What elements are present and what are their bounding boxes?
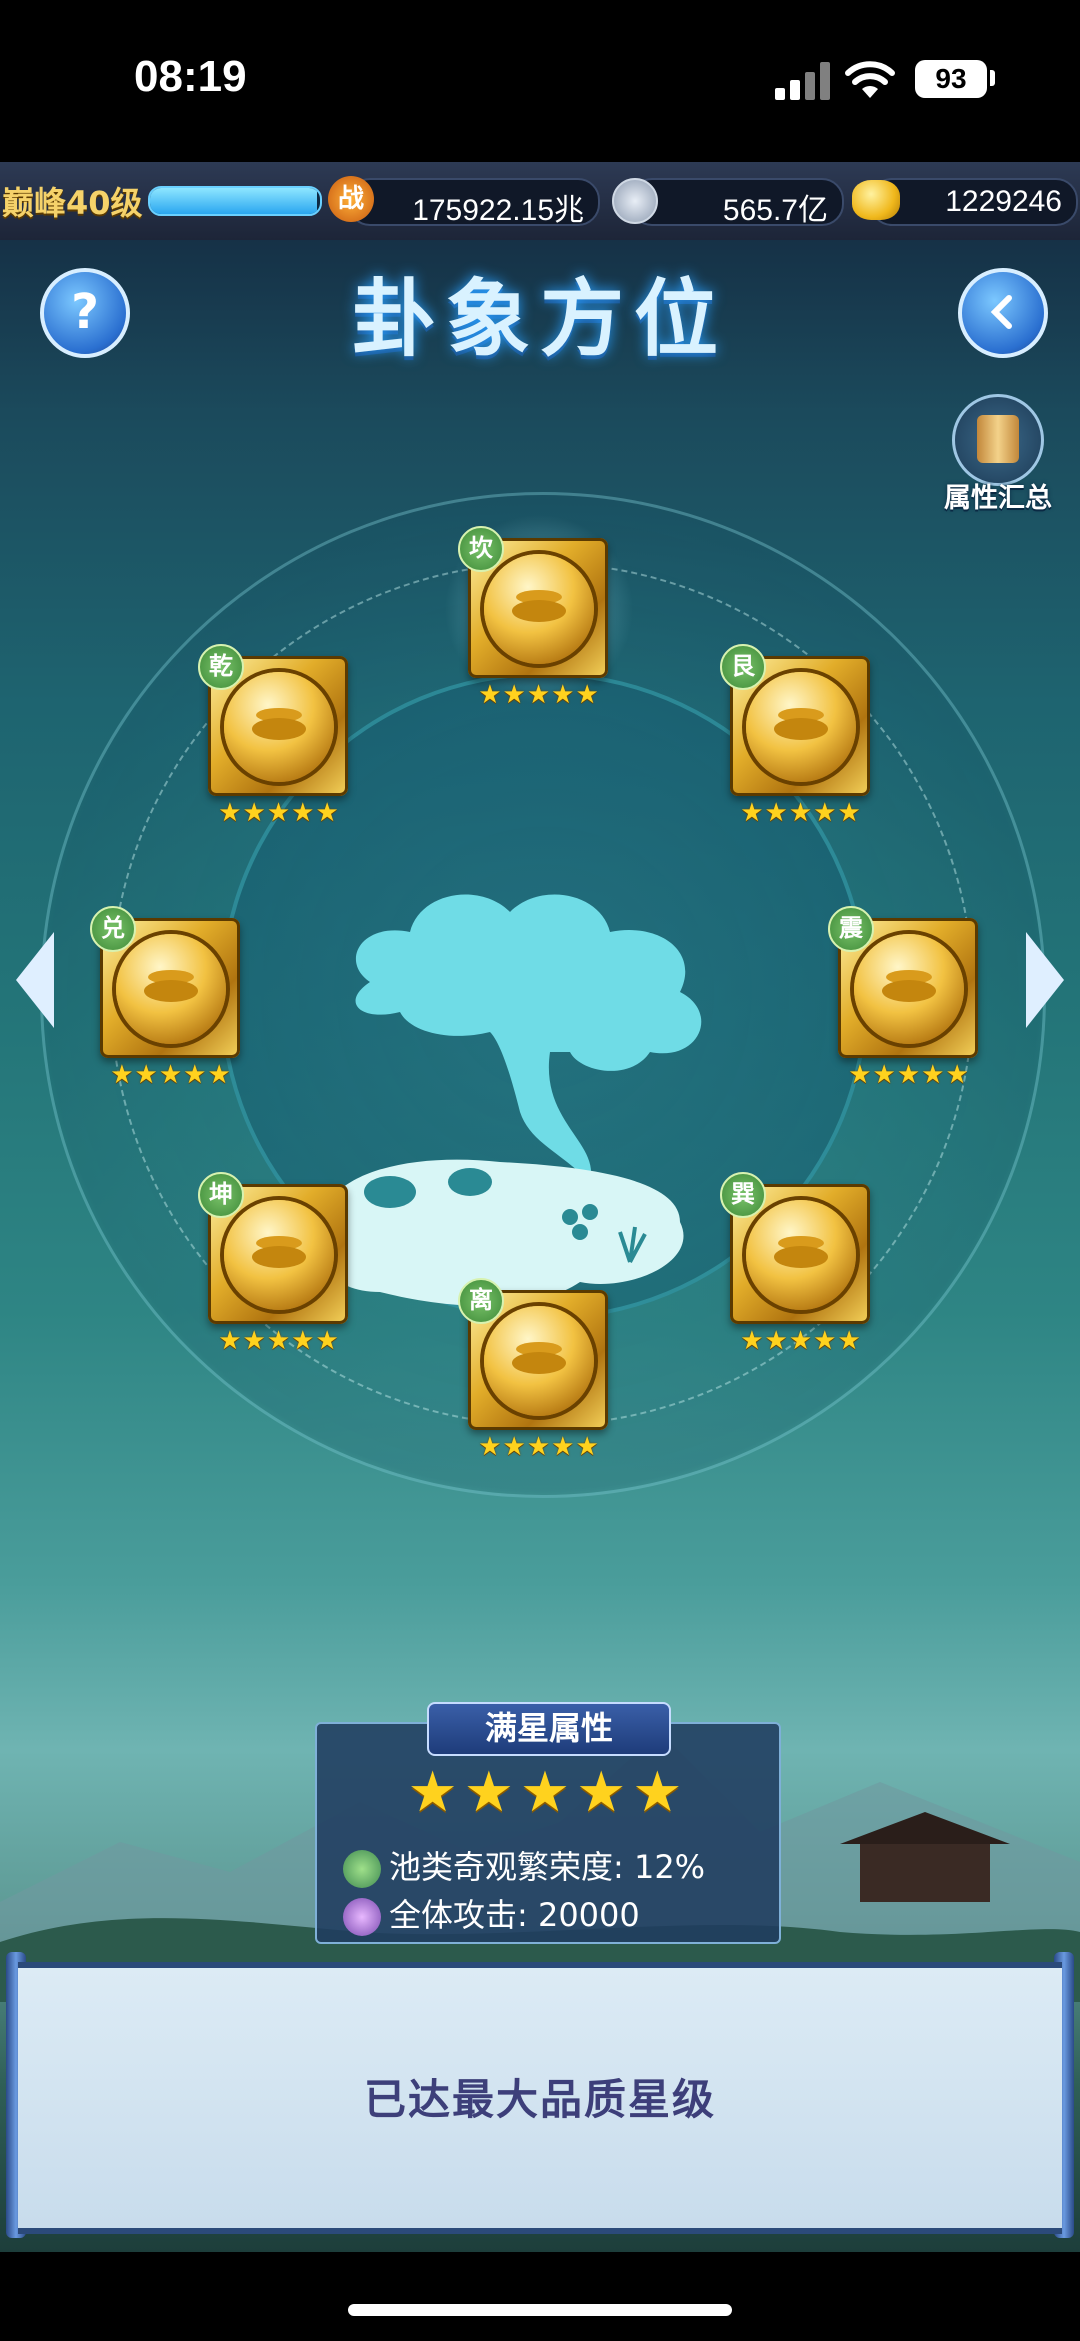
scroll-icon xyxy=(952,394,1044,486)
node-stars: ★★★★★ xyxy=(848,1060,970,1090)
full-star-attributes-panel: 满星属性 ★★★★★ 池类奇观繁荣度: 12% 全体攻击: 20000 xyxy=(315,1702,781,1944)
bonsai-orb-icon xyxy=(484,1306,594,1416)
node-stars: ★★★★★ xyxy=(740,1326,862,1356)
status-bar: 08:19 93 xyxy=(0,0,1080,162)
attr-prosperity-text: 池类奇观繁荣度: 12% xyxy=(389,1848,706,1886)
bonsai-orb-icon xyxy=(116,934,226,1044)
node-badge: 巽 xyxy=(720,1172,766,1218)
attr-prosperity: 池类奇观繁荣度: 12% xyxy=(343,1842,705,1888)
trigram-node-dui[interactable]: 兑 ★★★★★ xyxy=(90,906,246,1090)
prev-page-arrow[interactable] xyxy=(16,932,54,1028)
bonsai-orb-icon xyxy=(746,1200,856,1310)
silver-coin-icon xyxy=(612,178,658,224)
bonsai-orb-icon xyxy=(224,672,334,782)
node-badge: 坤 xyxy=(198,1172,244,1218)
next-page-arrow[interactable] xyxy=(1026,932,1064,1028)
leaf-icon xyxy=(343,1850,381,1888)
home-indicator[interactable] xyxy=(348,2304,732,2316)
battery-tip xyxy=(990,70,995,86)
node-stars: ★★★★★ xyxy=(740,798,862,828)
trigram-node-qian[interactable]: 乾 ★★★★★ xyxy=(198,644,354,828)
node-badge: 兑 xyxy=(90,906,136,952)
xp-bar xyxy=(148,186,322,216)
resource-bar: 巅峰40级 175922.15兆 战 565.7亿 1229246 xyxy=(0,162,1080,240)
trigram-node-kun[interactable]: 坤 ★★★★★ xyxy=(198,1172,354,1356)
max-quality-message: 已达最大品质星级 xyxy=(363,2075,716,2124)
game-screen: 巅峰40级 175922.15兆 战 565.7亿 1229246 卦象方位 ?… xyxy=(0,162,1080,2252)
power-icon: 战 xyxy=(328,176,374,222)
bonsai-orb-icon xyxy=(484,554,594,664)
gold-value: 1229246 xyxy=(945,185,1062,218)
attribute-summary-label: 属性汇总 xyxy=(944,483,1052,514)
silver-value: 565.7亿 xyxy=(722,194,828,227)
status-time: 08:19 xyxy=(134,52,247,101)
page-title: 卦象方位 xyxy=(351,270,728,368)
trigram-node-zhen[interactable]: 震 ★★★★★ xyxy=(828,906,984,1090)
attr-attack-text: 全体攻击: 20000 xyxy=(389,1896,640,1934)
attribute-summary-button[interactable]: 属性汇总 xyxy=(938,394,1054,514)
panel-stars: ★★★★★ xyxy=(407,1760,689,1825)
wifi-icon xyxy=(845,61,895,98)
node-badge: 震 xyxy=(828,906,874,952)
panel-title: 满星属性 xyxy=(427,1702,671,1756)
signal-icon xyxy=(775,60,831,100)
attr-attack: 全体攻击: 20000 xyxy=(343,1890,640,1936)
power-value: 175922.15兆 xyxy=(412,194,584,227)
level-label: 巅峰40级 xyxy=(2,184,143,222)
battery-icon: 93 xyxy=(915,60,987,98)
node-badge: 艮 xyxy=(720,644,766,690)
node-badge: 乾 xyxy=(198,644,244,690)
back-arrow-icon xyxy=(990,295,1012,329)
bottom-scroll-panel: 已达最大品质星级 xyxy=(18,1962,1062,2234)
node-stars: ★★★★★ xyxy=(110,1060,232,1090)
bonsai-orb-icon xyxy=(224,1200,334,1310)
gold-ingot-icon xyxy=(852,180,900,220)
trigram-node-xun[interactable]: 巽 ★★★★★ xyxy=(720,1172,876,1356)
node-stars: ★★★★★ xyxy=(218,1326,340,1356)
node-badge: 离 xyxy=(458,1278,504,1324)
node-stars: ★★★★★ xyxy=(478,1432,600,1462)
silver-pill[interactable]: 565.7亿 xyxy=(630,178,844,227)
back-button[interactable] xyxy=(958,268,1048,358)
bonsai-orb-icon xyxy=(746,672,856,782)
bonsai-orb-icon xyxy=(854,934,964,1044)
trigram-node-gen[interactable]: 艮 ★★★★★ xyxy=(720,644,876,828)
power-pill: 175922.15兆 xyxy=(348,178,600,227)
node-badge: 坎 xyxy=(458,526,504,572)
trigram-node-li[interactable]: 离 ★★★★★ xyxy=(458,1278,614,1462)
help-button[interactable]: ? xyxy=(40,268,130,358)
gold-pill[interactable]: 1229246 xyxy=(870,178,1078,226)
node-stars: ★★★★★ xyxy=(478,680,600,710)
node-stars: ★★★★★ xyxy=(218,798,340,828)
trigram-node-kan[interactable]: 坎 ★★★★★ xyxy=(444,514,634,710)
xp-fill xyxy=(150,188,317,214)
sword-icon xyxy=(343,1898,381,1936)
